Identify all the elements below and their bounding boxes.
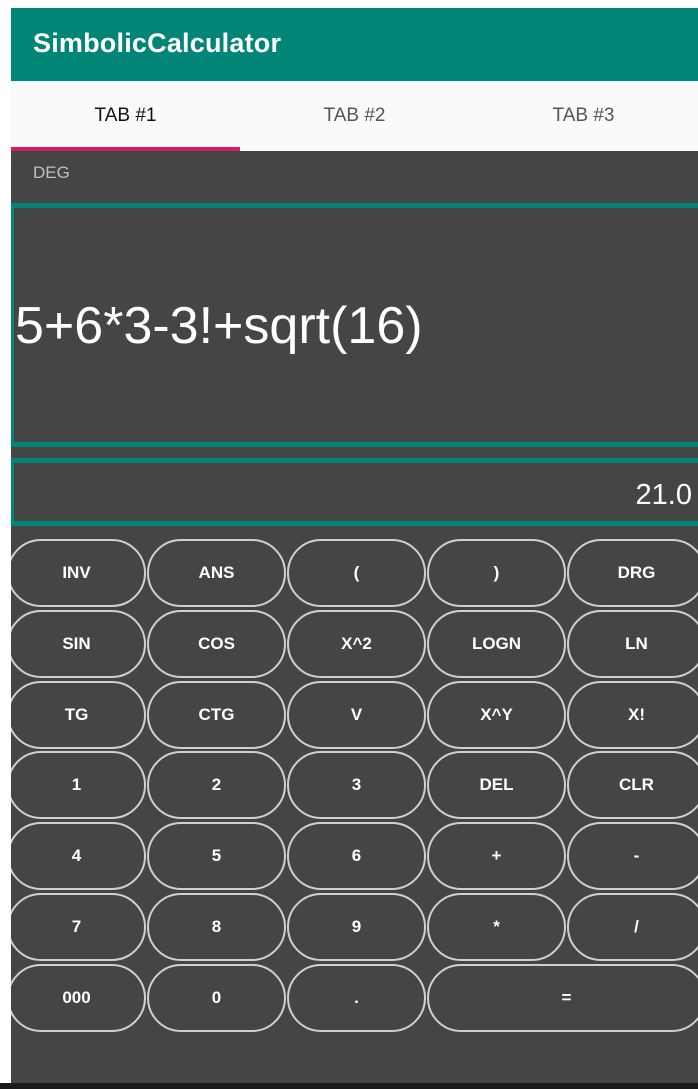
key-1-button[interactable]: 1 — [11, 751, 146, 819]
key-cos-button[interactable]: COS — [147, 610, 286, 678]
key-logn-button[interactable]: LOGN — [427, 610, 566, 678]
key-del-button[interactable]: DEL — [427, 751, 566, 819]
key-000-button[interactable]: 000 — [11, 964, 146, 1032]
app-root: SimbolicCalculator TAB #1 TAB #2 TAB #3 … — [0, 0, 698, 1089]
key-v-button[interactable]: V — [287, 681, 426, 749]
key-8-button[interactable]: 8 — [147, 893, 286, 961]
key-decimal-point-button[interactable]: . — [287, 964, 426, 1032]
key-divide-button[interactable]: / — [567, 893, 698, 961]
key-2-button[interactable]: 2 — [147, 751, 286, 819]
key-0-button[interactable]: 0 — [147, 964, 286, 1032]
key-ln-button[interactable]: LN — [567, 610, 698, 678]
calculator-screen: SimbolicCalculator TAB #1 TAB #2 TAB #3 … — [11, 8, 698, 1083]
key-x-pow-y-button[interactable]: X^Y — [427, 681, 566, 749]
key-4-button[interactable]: 4 — [11, 822, 146, 890]
key-open-paren-button[interactable]: ( — [287, 539, 426, 607]
key-ctg-button[interactable]: CTG — [147, 681, 286, 749]
key-6-button[interactable]: 6 — [287, 822, 426, 890]
key-close-paren-button[interactable]: ) — [427, 539, 566, 607]
key-x-pow-2-button[interactable]: X^2 — [287, 610, 426, 678]
key-clr-button[interactable]: CLR — [567, 751, 698, 819]
bottom-edge — [0, 1083, 698, 1089]
key-multiply-button[interactable]: * — [427, 893, 566, 961]
key-sin-button[interactable]: SIN — [11, 610, 146, 678]
key-3-button[interactable]: 3 — [287, 751, 426, 819]
key-minus-button[interactable]: - — [567, 822, 698, 890]
key-inv-button[interactable]: INV — [11, 539, 146, 607]
key-5-button[interactable]: 5 — [147, 822, 286, 890]
key-drg-button[interactable]: DRG — [567, 539, 698, 607]
key-tg-button[interactable]: TG — [11, 681, 146, 749]
key-ans-button[interactable]: ANS — [147, 539, 286, 607]
key-9-button[interactable]: 9 — [287, 893, 426, 961]
key-x-factorial-button[interactable]: X! — [567, 681, 698, 749]
key-equals-button[interactable]: = — [427, 964, 698, 1032]
key-7-button[interactable]: 7 — [11, 893, 146, 961]
keypad: INV ANS() DRG SIN COS X^2 LOGN LN TG CTG V X^Y X! 1 2 3… — [11, 8, 698, 1083]
key-plus-button[interactable]: + — [427, 822, 566, 890]
